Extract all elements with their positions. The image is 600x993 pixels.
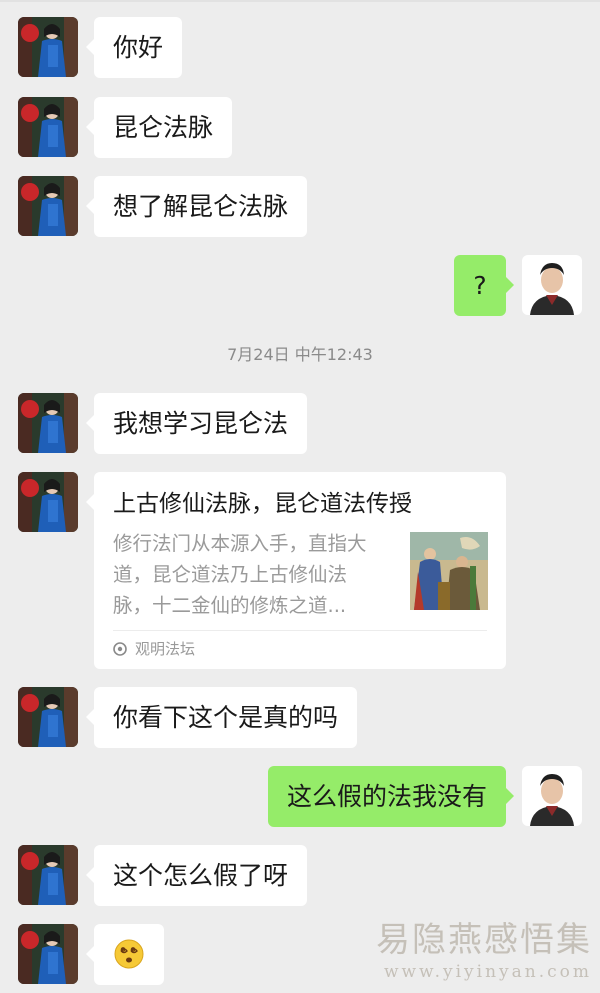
outgoing-message-bubble[interactable]: 这么假的法我没有 [267, 766, 515, 827]
watermark: 易隐燕感悟集 www.yiyinyan.com [376, 920, 592, 982]
contact-avatar[interactable] [18, 924, 78, 984]
link-card[interactable]: 上古修仙法脉，昆仑道法传授 修行法门从本源入手，直指大道，昆仑道法乃上古修仙法脉… [86, 472, 506, 669]
contact-avatar[interactable] [18, 97, 78, 157]
incoming-message-bubble[interactable]: 这个怎么假了呀 [85, 845, 308, 906]
link-card-source: 观明法坛 [113, 637, 195, 661]
incoming-message-bubble[interactable]: 我想学习昆仑法 [85, 393, 308, 454]
top-divider [0, 0, 600, 2]
incoming-message-bubble[interactable]: 你看下这个是真的吗 [85, 687, 358, 748]
incoming-emoji-bubble[interactable] [86, 924, 164, 985]
contact-avatar[interactable] [18, 176, 78, 236]
my-avatar[interactable] [522, 766, 582, 826]
painting-thumbnail-icon [410, 532, 488, 610]
link-card-divider [113, 630, 487, 631]
mini-program-icon [113, 642, 127, 656]
contact-avatar[interactable] [18, 687, 78, 747]
outgoing-message-bubble[interactable]: ? [454, 255, 514, 316]
link-card-description: 修行法门从本源入手，直指大道，昆仑道法乃上古修仙法脉，十二金仙的修炼之道... [113, 532, 367, 617]
contact-avatar[interactable] [18, 393, 78, 453]
incoming-message-bubble[interactable]: 昆仑法脉 [85, 97, 233, 158]
contact-avatar[interactable] [18, 472, 78, 532]
link-card-title: 上古修仙法脉，昆仑道法传授 [113, 491, 412, 517]
timestamp: 7月24日 中午12:43 [227, 345, 373, 364]
incoming-message-bubble[interactable]: 你好 [85, 17, 183, 78]
watermark-text: 易隐燕感悟集 [376, 920, 592, 960]
dizzy-face-emoji-icon [114, 939, 144, 969]
incoming-message-bubble[interactable]: 想了解昆仑法脉 [85, 176, 308, 237]
watermark-url: www.yiyinyan.com [383, 962, 592, 982]
contact-avatar[interactable] [18, 17, 78, 77]
contact-avatar[interactable] [18, 845, 78, 905]
link-card-source-name: 观明法坛 [135, 640, 196, 658]
my-avatar[interactable] [522, 255, 582, 315]
